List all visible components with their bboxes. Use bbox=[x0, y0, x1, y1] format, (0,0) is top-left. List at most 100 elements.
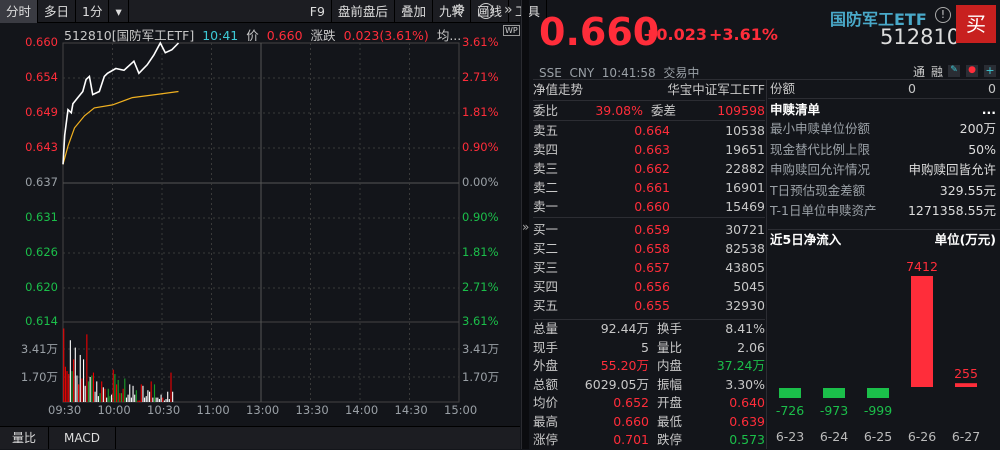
divider bbox=[768, 98, 1000, 99]
volume-bar bbox=[69, 340, 71, 402]
level-price: 0.660 bbox=[634, 199, 670, 214]
order-book-row[interactable]: 卖五 0.664 10538 bbox=[533, 121, 765, 140]
level-volume: 16901 bbox=[725, 180, 765, 195]
order-book-row[interactable]: 买三 0.657 43805 bbox=[533, 258, 765, 277]
volume-axis-label: 1.70万 bbox=[462, 370, 500, 384]
level-volume: 15469 bbox=[725, 199, 765, 214]
flow-date-label: 6-27 bbox=[952, 429, 980, 444]
price-line bbox=[62, 41, 180, 165]
order-book-row[interactable]: 卖三 0.662 22882 bbox=[533, 159, 765, 178]
pct-axis-label: 2.71% bbox=[462, 280, 499, 294]
order-book-row[interactable]: 买二 0.658 82538 bbox=[533, 239, 765, 258]
volume-bar bbox=[137, 400, 139, 402]
intraday-chart[interactable] bbox=[0, 0, 520, 426]
order-book-row[interactable]: 卖一 0.660 15469 bbox=[533, 197, 765, 216]
volume-bar bbox=[135, 390, 137, 402]
volume-bar bbox=[109, 396, 111, 402]
order-book-row[interactable]: 买四 0.656 5045 bbox=[533, 277, 765, 296]
more-button[interactable]: ... bbox=[982, 100, 996, 119]
shares-value-2: 0 bbox=[988, 81, 996, 96]
stat-row: 均价 0.652 开盘 0.640 bbox=[533, 394, 765, 413]
level-price: 0.655 bbox=[634, 298, 670, 313]
order-book-row[interactable]: 买一 0.659 30721 bbox=[533, 220, 765, 239]
stat-value: 0.660 bbox=[613, 413, 649, 429]
price-change-pct: +3.61% bbox=[709, 25, 778, 44]
stat-value: 0.652 bbox=[613, 395, 649, 410]
price-axis-label: 0.643 bbox=[25, 140, 58, 154]
order-book-row[interactable]: 卖四 0.663 19651 bbox=[533, 140, 765, 159]
level-price: 0.659 bbox=[634, 222, 670, 237]
ask-book: 卖五 0.664 10538 卖四 0.663 19651 卖三 0.662 22882 卖二 0.… bbox=[533, 120, 765, 216]
order-book-row[interactable]: 卖二 0.661 16901 bbox=[533, 178, 765, 197]
creation-row: 现金替代比例上限 50% bbox=[770, 140, 996, 161]
volume-bar bbox=[87, 381, 90, 402]
volume-bar bbox=[99, 393, 101, 402]
volume-bar bbox=[157, 397, 159, 402]
edit-icon[interactable]: ✎ bbox=[948, 65, 960, 77]
volume-bar bbox=[127, 394, 129, 402]
volume-bar bbox=[63, 328, 65, 402]
volume-bar bbox=[152, 397, 154, 402]
volume-bar bbox=[73, 359, 75, 402]
pct-axis-label: 0.90% bbox=[462, 210, 499, 224]
alert-icon[interactable]: ! bbox=[935, 7, 951, 23]
flow-value-label: 7412 bbox=[906, 259, 938, 274]
add-icon[interactable]: + bbox=[984, 65, 996, 77]
creation-row: 最小申赎单位份额 200万 bbox=[770, 119, 996, 140]
creation-row: T日预估现金差额 329.55元 bbox=[770, 181, 996, 202]
creation-value: 申购赎回皆允许 bbox=[908, 162, 996, 177]
creation-list: 申赎清单... 最小申赎单位份额 200万 现金替代比例上限 50% 申购赎回允许情况申… bbox=[770, 100, 996, 222]
price-axis-label: 0.654 bbox=[25, 70, 58, 84]
level-price: 0.664 bbox=[634, 123, 670, 138]
stat-label: 最低 bbox=[657, 413, 683, 429]
level-label: 买二 bbox=[533, 241, 559, 256]
flow-value-label: 255 bbox=[954, 366, 978, 381]
fund-name: 华宝中证军工ETF bbox=[667, 82, 765, 97]
time-axis-label: 09:30 bbox=[48, 403, 82, 417]
volume-bar bbox=[145, 396, 147, 402]
level-volume: 43805 bbox=[725, 260, 765, 275]
tab-macd[interactable]: MACD bbox=[49, 427, 116, 449]
panel-divider[interactable]: » bbox=[521, 0, 529, 449]
level-price: 0.661 bbox=[634, 180, 670, 195]
level-label: 买五 bbox=[533, 298, 559, 313]
stat-value: 5 bbox=[641, 339, 649, 355]
stat-value: 55.20万 bbox=[600, 358, 649, 373]
buy-button[interactable]: 买 bbox=[956, 5, 996, 43]
level-volume: 30721 bbox=[725, 222, 765, 237]
flow-date-label: 6-25 bbox=[864, 429, 892, 444]
volume-bar bbox=[92, 372, 94, 402]
stat-value: 0.701 bbox=[613, 432, 649, 447]
quote-time: 10:41:58 bbox=[601, 66, 656, 80]
order-book-row[interactable]: 买五 0.655 32930 bbox=[533, 296, 765, 315]
volume-bar bbox=[119, 393, 121, 402]
volume-bar bbox=[139, 400, 141, 402]
volume-axis-label: 3.41万 bbox=[462, 342, 500, 356]
price-axis-label: 0.660 bbox=[25, 35, 58, 49]
volume-bar bbox=[165, 399, 167, 402]
pct-axis-label: 1.81% bbox=[462, 245, 499, 259]
shares-value-1: 0 bbox=[908, 81, 916, 96]
expand-icon[interactable]: » bbox=[522, 220, 529, 234]
time-axis-label: 15:00 bbox=[444, 403, 478, 417]
volume-bar bbox=[140, 384, 142, 402]
volume-bar bbox=[96, 381, 98, 402]
volume-bar bbox=[64, 366, 66, 402]
volume-bar bbox=[162, 397, 164, 402]
stat-row: 总量 92.44万 换手 8.41% bbox=[533, 320, 765, 339]
bell-icon[interactable]: ● bbox=[966, 65, 978, 77]
stats-table: 总量 92.44万 换手 8.41% 现手 5 量比 2.06 外盘 55.20万 内盘 37.24万… bbox=[533, 319, 765, 450]
level-label: 卖三 bbox=[533, 161, 559, 176]
tab-volume-ratio[interactable]: 量比 bbox=[0, 427, 50, 449]
time-axis-label: 11:00 bbox=[196, 403, 230, 417]
indicator-tabs: 量比 MACD bbox=[0, 426, 520, 449]
volume-bar bbox=[102, 387, 104, 402]
time-axis-label: 10:00 bbox=[97, 403, 131, 417]
level-label: 卖五 bbox=[533, 123, 559, 138]
nav-row[interactable]: 净值走势 华宝中证军工ETF bbox=[533, 80, 765, 99]
pct-axis-label: 0.00% bbox=[462, 175, 499, 189]
flow-bar bbox=[779, 388, 801, 398]
price-change: +0.023 bbox=[643, 25, 708, 44]
shares-row: 份额 0 0 bbox=[770, 79, 996, 98]
volume-bar bbox=[71, 371, 73, 402]
